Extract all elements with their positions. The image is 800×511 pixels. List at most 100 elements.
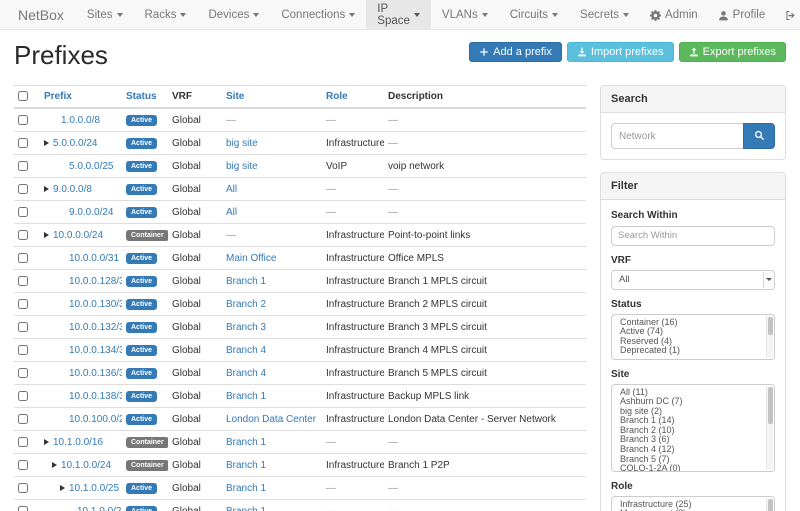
nav-item[interactable]: Devices	[197, 0, 270, 29]
scrollbar-thumb[interactable]	[768, 317, 773, 336]
row-checkbox[interactable]	[18, 437, 28, 447]
status-badge: Active	[126, 276, 157, 287]
row-checkbox[interactable]	[18, 345, 28, 355]
prefix-link[interactable]: 10.0.0.134/31	[69, 345, 122, 356]
column-header[interactable]: Role	[322, 86, 384, 109]
site-option[interactable]: COLO-1-2A (0)	[612, 464, 774, 471]
site-link[interactable]: All	[226, 184, 237, 195]
caret-right-icon[interactable]	[44, 230, 53, 241]
search-input[interactable]	[611, 123, 743, 149]
status-badge: Active	[126, 184, 157, 195]
row-checkbox[interactable]	[18, 322, 28, 332]
table-row: 10.0.100.0/24 Active Global London Data …	[14, 408, 586, 431]
caret-right-icon[interactable]	[44, 138, 53, 149]
column-header[interactable]: Status	[122, 86, 168, 109]
search-within-input[interactable]	[611, 226, 775, 246]
row-checkbox[interactable]	[18, 414, 28, 424]
select-all-checkbox[interactable]	[18, 91, 28, 101]
search-button[interactable]	[743, 123, 775, 149]
nav-item[interactable]: IP Space	[366, 0, 431, 29]
row-checkbox[interactable]	[18, 276, 28, 286]
nav-item[interactable]: Secrets	[569, 0, 640, 29]
row-checkbox[interactable]	[18, 138, 28, 148]
prefix-link[interactable]: 9.0.0.0/8	[53, 184, 92, 195]
prefix-link[interactable]: 10.1.0.0/16	[53, 437, 103, 448]
scrollbar-thumb[interactable]	[768, 387, 773, 425]
site-link[interactable]: big site	[226, 138, 258, 149]
prefix-link[interactable]: 10.0.0.0/24	[53, 230, 103, 241]
row-checkbox[interactable]	[18, 115, 28, 125]
row-checkbox[interactable]	[18, 460, 28, 470]
caret-right-icon[interactable]	[44, 184, 53, 195]
column-header[interactable]: VRF	[168, 86, 222, 109]
site-link[interactable]: Branch 1	[226, 437, 266, 448]
row-checkbox[interactable]	[18, 483, 28, 493]
site-link[interactable]: All	[226, 207, 237, 218]
scrollbar-thumb[interactable]	[768, 499, 773, 511]
nav-right-label: Admin	[665, 9, 698, 21]
brand[interactable]: NetBox	[6, 0, 76, 29]
caret-right-icon[interactable]	[44, 437, 53, 448]
site-link[interactable]: Branch 1	[226, 276, 266, 287]
description-cell: Branch 5 MPLS circuit	[388, 368, 487, 379]
action-buttons: Add a prefix Import prefixes Export pref…	[469, 42, 786, 62]
prefix-link[interactable]: 9.0.0.0/24	[69, 207, 113, 218]
nav-right-item[interactable]: Profile	[708, 0, 776, 29]
prefix-link[interactable]: 10.1.0.0/26	[77, 506, 122, 511]
prefix-link[interactable]: 10.0.0.128/31	[69, 276, 122, 287]
caret-right-icon[interactable]	[60, 483, 69, 494]
nav-item[interactable]: Connections	[270, 0, 366, 29]
column-header[interactable]: Prefix	[40, 86, 122, 109]
prefix-link[interactable]: 10.0.0.130/31	[69, 299, 122, 310]
site-link[interactable]: Branch 4	[226, 368, 266, 379]
prefix-link[interactable]: 1.0.0.0/8	[61, 115, 100, 126]
site-link[interactable]: big site	[226, 161, 258, 172]
row-checkbox[interactable]	[18, 506, 28, 511]
nav-item[interactable]: VLANs	[431, 0, 499, 29]
action-button[interactable]: Export prefixes	[679, 42, 786, 62]
prefix-link[interactable]: 10.1.0.0/24	[61, 460, 111, 471]
caret-right-icon[interactable]	[52, 460, 61, 471]
row-checkbox[interactable]	[18, 230, 28, 240]
row-checkbox[interactable]	[18, 161, 28, 171]
site-link[interactable]: Branch 4	[226, 345, 266, 356]
row-checkbox[interactable]	[18, 207, 28, 217]
nav-right-item[interactable]: Log out	[775, 0, 800, 29]
row-checkbox[interactable]	[18, 184, 28, 194]
site-link[interactable]: Branch 1	[226, 483, 266, 494]
vrf-select[interactable]: All	[611, 270, 775, 290]
row-checkbox[interactable]	[18, 368, 28, 378]
action-button[interactable]: Add a prefix	[469, 42, 562, 62]
nav-item[interactable]: Sites	[76, 0, 134, 29]
description-cell: Point-to-point links	[388, 230, 470, 241]
prefix-link[interactable]: 5.0.0.0/25	[69, 161, 113, 172]
prefix-link[interactable]: 10.0.0.136/31	[69, 368, 122, 379]
prefix-link[interactable]: 10.0.0.0/31	[69, 253, 119, 264]
row-checkbox[interactable]	[18, 253, 28, 263]
nav-item[interactable]: Racks	[134, 0, 198, 29]
column-header[interactable]: Site	[222, 86, 322, 109]
site-link[interactable]: Branch 3	[226, 322, 266, 333]
status-badge: Container	[126, 437, 168, 448]
prefix-link[interactable]: 10.0.0.132/31	[69, 322, 122, 333]
action-button[interactable]: Import prefixes	[567, 42, 674, 62]
site-link[interactable]: Branch 1	[226, 460, 266, 471]
row-checkbox[interactable]	[18, 299, 28, 309]
row-checkbox[interactable]	[18, 391, 28, 401]
site-link[interactable]: Branch 2	[226, 299, 266, 310]
prefix-link[interactable]: 10.0.100.0/24	[69, 414, 122, 425]
scrollbar-track	[766, 386, 773, 470]
nav-right-item[interactable]: Admin	[640, 0, 708, 29]
prefix-link[interactable]: 5.0.0.0/24	[53, 138, 97, 149]
chevron-down-icon	[117, 13, 123, 17]
site-link[interactable]: Main Office	[226, 253, 276, 264]
status-option[interactable]: Deprecated (1)	[612, 346, 774, 356]
nav-item[interactable]: Circuits	[499, 0, 569, 29]
site-link[interactable]: London Data Center	[226, 414, 316, 425]
prefix-link[interactable]: 10.1.0.0/25	[69, 483, 119, 494]
site-link[interactable]: Branch 1	[226, 391, 266, 402]
column-header[interactable]: Description	[384, 86, 586, 109]
site-link[interactable]: Branch 1	[226, 506, 266, 511]
vrf-cell: Global	[172, 276, 201, 287]
prefix-link[interactable]: 10.0.0.138/31	[69, 391, 122, 402]
